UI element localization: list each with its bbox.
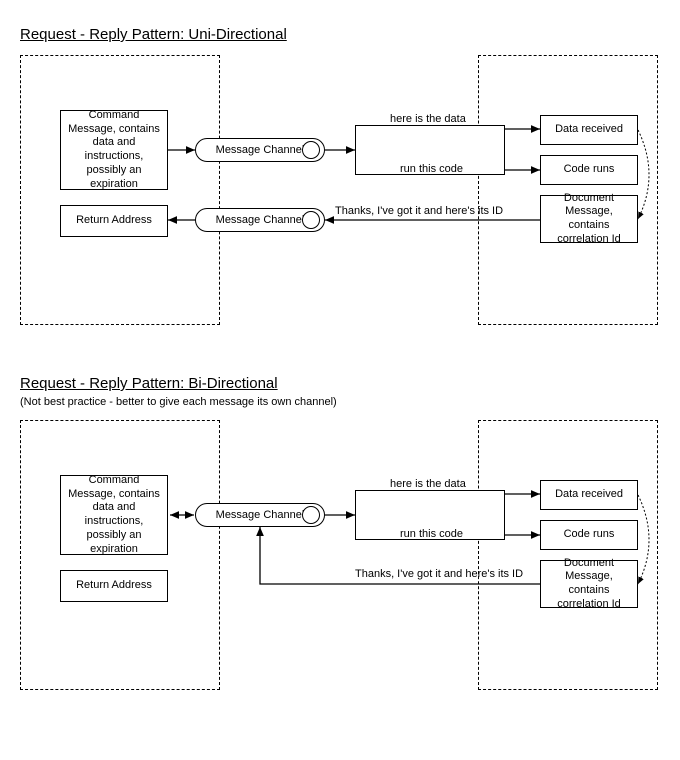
- bi-channel-endcap: [302, 506, 320, 524]
- uni-doc-msg: Document Message, contains correlation I…: [540, 195, 638, 243]
- uni-command-box: Command Message, contains data and instr…: [60, 110, 168, 190]
- bi-title: Request - Reply Pattern: Bi-Directional: [20, 375, 660, 392]
- bi-right-dashed: [478, 420, 658, 690]
- bi-channel: Message Channel: [195, 503, 325, 527]
- uni-title: Request - Reply Pattern: Uni-Directional: [20, 26, 660, 43]
- uni-channel-1-endcap: [302, 141, 320, 159]
- uni-thanks-label: Thanks, I've got it and here's its ID: [335, 205, 503, 217]
- uni-data-received: Data received: [540, 115, 638, 145]
- bi-command-box: Command Message, contains data and instr…: [60, 475, 168, 555]
- uni-diagram: Command Message, contains data and instr…: [20, 55, 660, 335]
- uni-data-label: here is the data: [390, 113, 466, 125]
- bi-doc-msg: Document Message, contains correlation I…: [540, 560, 638, 608]
- bi-thanks-label: Thanks, I've got it and here's its ID: [355, 568, 523, 580]
- bi-code-label: run this code: [400, 528, 463, 540]
- bi-channel-label: Message Channel: [216, 509, 305, 521]
- uni-code-runs: Code runs: [540, 155, 638, 185]
- bi-code-runs: Code runs: [540, 520, 638, 550]
- uni-channel-2: Message Channel: [195, 208, 325, 232]
- bi-subtitle: (Not best practice - better to give each…: [20, 396, 660, 408]
- bi-data-received: Data received: [540, 480, 638, 510]
- uni-code-label: run this code: [400, 163, 463, 175]
- uni-channel-1: Message Channel: [195, 138, 325, 162]
- uni-channel-2-label: Message Channel: [216, 214, 305, 226]
- uni-channel-2-endcap: [302, 211, 320, 229]
- uni-return-addr-box: Return Address: [60, 205, 168, 237]
- bi-data-label: here is the data: [390, 478, 466, 490]
- bi-return-addr-box: Return Address: [60, 570, 168, 602]
- bi-diagram: Command Message, contains data and instr…: [20, 420, 660, 700]
- uni-right-dashed: [478, 55, 658, 325]
- uni-channel-1-label: Message Channel: [216, 144, 305, 156]
